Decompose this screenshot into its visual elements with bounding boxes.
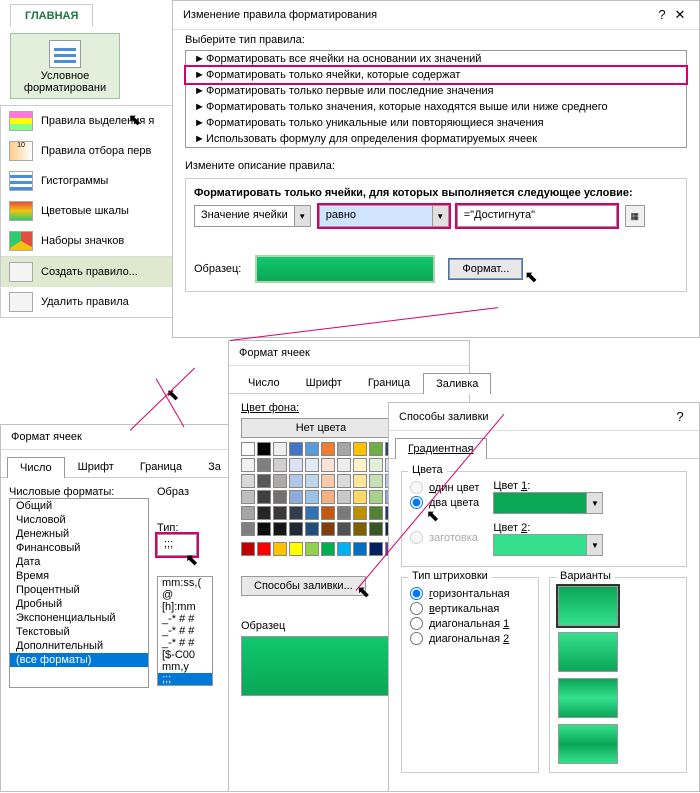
type-label: Тип: [157, 522, 229, 534]
tab-gradient[interactable]: Градиентная [395, 438, 487, 459]
menu-data-bars[interactable]: Гистограммы [1, 166, 177, 196]
sample-label: Образец: [194, 263, 241, 275]
type-input[interactable]: ;;; [157, 534, 197, 556]
chevron-down-icon[interactable]: ▼ [294, 206, 310, 226]
condition-operator-combo[interactable]: равно▼ [319, 205, 449, 227]
cursor-icon: ⬉ [166, 385, 179, 405]
tab-font[interactable]: Шрифт [65, 456, 127, 477]
chevron-down-icon: ▼ [586, 535, 602, 555]
format-cells-titlebar: Формат ячеек [1, 425, 237, 450]
format-cells-number-dialog: Формат ячеек Число Шрифт Граница За Числ… [0, 424, 238, 792]
menu-highlight-rules[interactable]: Правила выделения я [1, 106, 177, 136]
radio-one-color[interactable]: оодин цветдин цвет [410, 480, 479, 495]
select-rule-type-label: Выберите тип правила: [173, 30, 699, 48]
variants-group: Варианты [549, 577, 687, 773]
tab-number[interactable]: Число [235, 372, 293, 393]
tab-number[interactable]: Число [7, 457, 65, 478]
number-formats-list[interactable]: Общий Числовой Денежный Финансовый Дата … [9, 498, 149, 688]
format-cells-fill-titlebar: Формат ячеек [229, 341, 469, 366]
color1-combo[interactable]: ▼ [493, 492, 603, 514]
tab-border[interactable]: Граница [127, 456, 195, 477]
no-color-button[interactable]: Нет цвета [241, 418, 401, 438]
rule-type-list[interactable]: ►Форматировать все ячейки на основании и… [185, 50, 687, 148]
menu-top-bottom[interactable]: 10Правила отбора перв [1, 136, 177, 166]
edit-desc-label: Измените описание правила: [173, 156, 699, 174]
help-icon[interactable]: ? [671, 409, 689, 424]
colors-group: Цвета оодин цветдин цвет два цвета ⬉ заг… [401, 471, 687, 567]
radio-two-colors[interactable]: два цвета [410, 495, 479, 510]
variant-swatches[interactable] [558, 586, 678, 764]
sample-label: Образ [157, 486, 229, 498]
conditional-formatting-label: Условное форматировани [13, 70, 117, 94]
rule-type-item[interactable]: ►Форматировать только уникальные или пов… [186, 115, 686, 131]
condition-value-input[interactable]: ="Достигнута" [457, 205, 617, 227]
range-picker-icon[interactable]: ▦ [625, 205, 645, 227]
menu-color-scales[interactable]: Цветовые шкалы [1, 196, 177, 226]
number-tabset: Число Шрифт Граница За [1, 456, 237, 478]
cf-menu: Правила выделения я 10Правила отбора пер… [0, 105, 178, 318]
conditional-formatting-icon [49, 40, 81, 68]
color2-combo[interactable]: ▼ [493, 534, 603, 556]
chevron-down-icon[interactable]: ▼ [432, 206, 448, 226]
rule-type-item[interactable]: ►Использовать формулу для определения фо… [186, 131, 686, 147]
tab-font[interactable]: Шрифт [293, 372, 355, 393]
fill-effects-dialog: Способы заливки ? Градиентная Цвета ооди… [388, 402, 700, 792]
condition-target-combo[interactable]: Значение ячейки▼ [194, 205, 311, 227]
condition-group: Форматировать только ячейки, для которых… [185, 178, 687, 292]
rule-type-item-contains[interactable]: ►Форматировать только ячейки, которые со… [184, 65, 688, 85]
sample-preview [255, 255, 435, 283]
tab-fill[interactable]: Заливка [423, 373, 491, 394]
dialog-title: Изменение правила форматирования [183, 9, 377, 21]
hatch-group: Тип штриховки горизонтальная вертикальна… [401, 577, 539, 773]
close-icon[interactable]: ✕ [671, 7, 689, 23]
color1-label: Цвет 1: [493, 480, 603, 492]
radio-horizontal[interactable]: горизонтальная [410, 586, 530, 601]
color2-label: Цвет 2: [493, 522, 603, 534]
menu-clear-rules[interactable]: Удалить правила [1, 287, 177, 317]
rule-type-item[interactable]: ►Форматировать только первые или последн… [186, 83, 686, 99]
cursor-icon: ⬉ [524, 267, 537, 287]
menu-new-rule[interactable]: Создать правило... [1, 257, 177, 287]
type-list[interactable]: mm:ss,( @ [h]:mm _-* # # _-* # # _-* # #… [157, 576, 213, 686]
fill-effects-button[interactable]: Способы заливки... [241, 576, 366, 596]
menu-icon-sets[interactable]: Наборы значков [1, 226, 177, 256]
fill-effects-tabset: Градиентная [389, 437, 699, 459]
tab-border[interactable]: Граница [355, 372, 423, 393]
format-button[interactable]: Формат... [449, 259, 522, 279]
rule-type-item[interactable]: ►Форматировать только значения, которые … [186, 99, 686, 115]
cursor-icon: ⬉ [426, 508, 439, 525]
chevron-down-icon: ▼ [586, 493, 602, 513]
radio-vertical[interactable]: вертикальная [410, 601, 530, 616]
help-icon[interactable]: ? [653, 7, 671, 22]
number-formats-label: Числовые форматы: [9, 486, 149, 498]
radio-diag1[interactable]: диагональная 1 [410, 616, 530, 631]
conditional-formatting-button[interactable]: Условное форматировани [10, 33, 120, 99]
ribbon: ГЛАВНАЯ Условное форматировани ⬉ Правила… [0, 0, 180, 318]
edit-rule-dialog: Изменение правила форматирования ?✕ Выбе… [172, 0, 700, 338]
ribbon-tab-home[interactable]: ГЛАВНАЯ [10, 4, 93, 27]
radio-diag2[interactable]: диагональная 2 [410, 631, 530, 646]
edit-rule-titlebar: Изменение правила форматирования ?✕ [173, 1, 699, 30]
fill-tabset: Число Шрифт Граница Заливка [229, 372, 469, 394]
radio-preset[interactable]: заготовкаготовка [410, 530, 479, 545]
fill-effects-titlebar: Способы заливки ? [389, 403, 699, 431]
condition-title: Форматировать только ячейки, для которых… [194, 187, 678, 199]
